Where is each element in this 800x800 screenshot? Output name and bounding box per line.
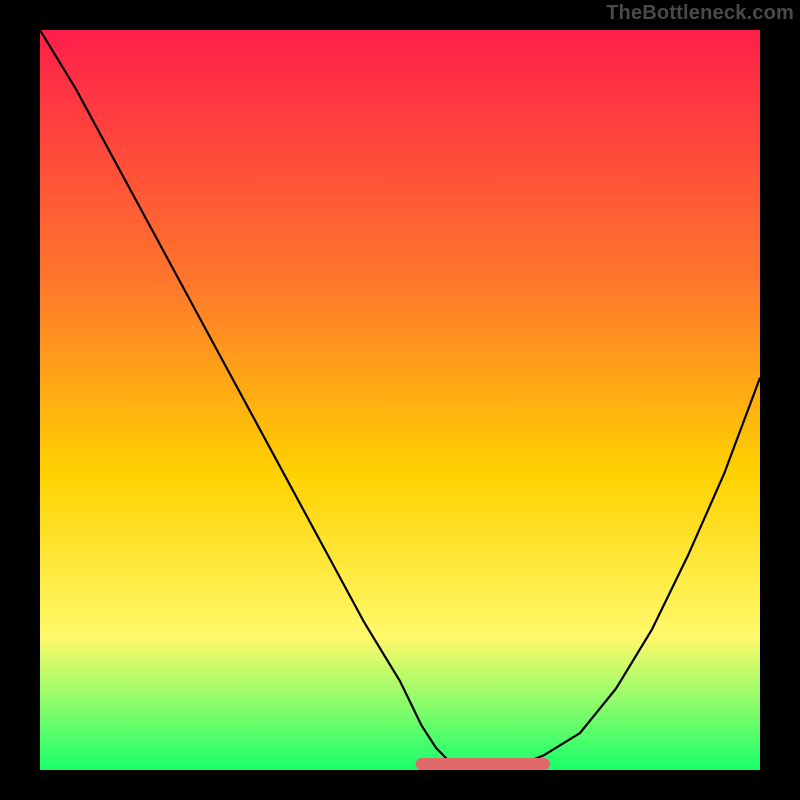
plot-area: [40, 30, 760, 770]
gradient-background: [40, 30, 760, 770]
watermark-text: TheBottleneck.com: [606, 2, 794, 25]
chart-svg: [40, 30, 760, 770]
chart-frame: TheBottleneck.com: [0, 0, 800, 800]
